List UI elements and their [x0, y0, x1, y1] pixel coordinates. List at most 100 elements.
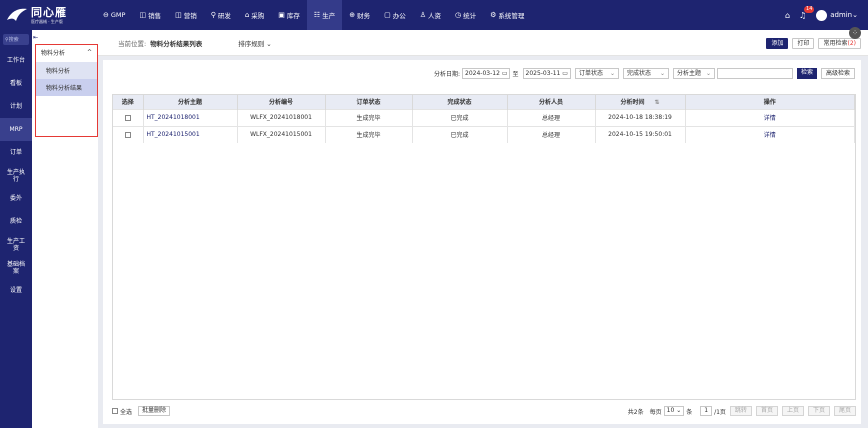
print-button[interactable]: 打印 — [792, 38, 815, 49]
col-subject: 分析主题 — [143, 95, 238, 109]
row-order-status: 生成完毕 — [325, 125, 413, 143]
pagination: 共2条 每页 10 ⌄ 条 1 /1页 跳转 首页 上页 下页 尾页 — [628, 406, 856, 416]
sidebar-item-dashboard[interactable]: 看板 — [0, 72, 32, 95]
add-button[interactable]: 添加 — [766, 38, 789, 49]
complete-status-select[interactable]: 完成状态 ⌄ — [622, 68, 669, 79]
sidebar-item-outsource[interactable]: 委外 — [0, 187, 32, 210]
date-separator: 至 — [512, 71, 519, 78]
chevron-down-icon: ⌄ — [266, 39, 272, 48]
first-page-button[interactable]: 首页 — [755, 406, 778, 416]
sidebar-item-mrp[interactable]: MRP — [0, 118, 32, 141]
nav-production[interactable]: ☷ 生产 — [306, 0, 343, 30]
advanced-search-button[interactable]: 高级检索 — [820, 68, 855, 79]
bell-icon[interactable]: ♫ 14 — [799, 5, 815, 20]
page-size-select[interactable]: 10 ⌄ — [663, 406, 685, 416]
keyword-input[interactable] — [716, 68, 793, 79]
row-person: 总经理 — [507, 108, 596, 126]
nav-system[interactable]: ⚙ 系统管理 — [483, 0, 531, 30]
prev-page-button[interactable]: 上页 — [781, 406, 804, 416]
row-subject[interactable]: HT_20241018001 — [143, 108, 238, 126]
submenu-list: 物料分析 物料分析结果 — [36, 62, 97, 96]
sidebar-item-archive[interactable]: 基础档案 — [0, 256, 32, 279]
per-page-label: 每页 — [649, 408, 662, 416]
sidebar-item-order[interactable]: 订单 — [0, 141, 32, 164]
jump-button[interactable]: 跳转 — [729, 406, 752, 416]
table-row: HT_20241015001 WLFX_20241015001 生成完毕 已完成… — [113, 125, 855, 143]
chevron-down-icon: ⌄ — [676, 407, 682, 414]
col-time[interactable]: 分析时间 ⇅ — [595, 95, 686, 109]
office-icon: ▢ — [384, 11, 391, 19]
last-page-button[interactable]: 尾页 — [833, 406, 856, 416]
production-icon: ☷ — [313, 11, 321, 19]
nav-sales[interactable]: ◫ 销售 — [132, 0, 168, 30]
inventory-icon: ▣ — [278, 11, 285, 19]
date-from-input[interactable]: 2024-03-12 ▭ — [462, 68, 511, 79]
collapse-icon[interactable]: ⇤ — [33, 34, 38, 41]
sidebar-item-workbench[interactable]: 工作台 — [0, 49, 32, 72]
chevron-down-icon: ⌄ — [705, 70, 711, 77]
sales-icon: ◫ — [139, 11, 147, 19]
submenu-item-analysis-result[interactable]: 物料分析结果 — [36, 79, 97, 96]
calendar-icon: ▭ — [562, 70, 568, 77]
submenu-item-analysis[interactable]: 物料分析 — [36, 62, 97, 79]
order-status-select[interactable]: 订单状态 ⌄ — [574, 68, 619, 79]
sort-rule-dropdown[interactable]: 排序规则 ⌄ — [238, 38, 272, 48]
nav-finance[interactable]: ⊕ 财务 — [342, 0, 377, 30]
chevron-down-icon: ⌄ — [659, 70, 665, 77]
logo[interactable]: 同心雁 医疗器械 · 生产版 — [0, 0, 96, 30]
main-panel: 分析日期: 2024-03-12 ▭ 至 2025-03-11 ▭ 订单状态 ⌄ … — [103, 60, 861, 424]
chevron-down-icon: ⌄ — [609, 70, 615, 77]
sort-icon[interactable]: ⇅ — [654, 99, 659, 106]
search-button[interactable]: 检索 — [796, 68, 817, 79]
avatar[interactable] — [816, 9, 828, 21]
gmp-icon: ⊖ — [103, 11, 109, 19]
row-detail-link[interactable]: 详情 — [685, 108, 855, 126]
sidebar-item-settings[interactable]: 设置 — [0, 279, 32, 302]
row-detail-link[interactable]: 详情 — [685, 125, 855, 143]
nav-hr[interactable]: ♙ 人资 — [413, 0, 448, 30]
submenu-header[interactable]: 物料分析 ^ — [36, 45, 97, 60]
nav-inventory[interactable]: ▣ 库存 — [271, 0, 307, 30]
breadcrumb: 当前位置: 物料分析结果列表 — [118, 39, 203, 48]
user-area: ⌂ ♫ 14 admin ⌄ — [785, 0, 858, 30]
subject-select[interactable]: 分析主题 ⌄ — [672, 68, 715, 79]
date-to-input[interactable]: 2025-03-11 ▭ — [522, 68, 571, 79]
page-input[interactable]: 1 — [700, 406, 713, 416]
total-count: 共2条 — [627, 408, 644, 416]
batch-delete-button[interactable]: 批量删除 — [138, 406, 171, 416]
unit-label: 条 — [686, 408, 693, 416]
next-page-button[interactable]: 下页 — [807, 406, 830, 416]
nav-marketing[interactable]: ◫ 营销 — [168, 0, 204, 30]
nav-office[interactable]: ▢ 办公 — [377, 0, 413, 30]
sidebar-item-plan[interactable]: 计划 — [0, 95, 32, 118]
select-all[interactable]: 全选 — [112, 407, 132, 416]
nav-purchase[interactable]: ⌂ 采购 — [238, 0, 271, 30]
sidebar-item-production-exec[interactable]: 生产执行 — [0, 164, 32, 187]
chevron-down-icon[interactable]: ⌄ — [852, 11, 858, 19]
grid-icon[interactable]: ⁘ — [849, 27, 861, 39]
row-code: WLFX_20241018001 — [237, 108, 326, 126]
nav-gmp[interactable]: ⊖ GMP — [96, 0, 132, 30]
sidebar-item-wages[interactable]: 生产工资 — [0, 233, 32, 256]
row-complete-status: 已完成 — [412, 108, 508, 126]
submenu-group: 物料分析 ^ 物料分析 物料分析结果 — [35, 44, 98, 137]
sidebar-item-qc[interactable]: 质检 — [0, 210, 32, 233]
sidebar-search-input[interactable]: ⚲ 搜索 — [3, 34, 29, 45]
nav-rd[interactable]: ⚲ 研发 — [204, 0, 238, 30]
calendar-icon: ▭ — [501, 70, 508, 77]
row-complete-status: 已完成 — [412, 125, 508, 143]
notification-badge: 14 — [804, 5, 815, 13]
nav-stats[interactable]: ◷ 统计 — [448, 0, 483, 30]
row-checkbox[interactable] — [124, 114, 131, 121]
filter-bar: 分析日期: 2024-03-12 ▭ 至 2025-03-11 ▭ 订单状态 ⌄ … — [434, 68, 855, 79]
page-total: /1页 — [714, 408, 726, 416]
table-row: HT_20241018001 WLFX_20241018001 生成完毕 已完成… — [113, 108, 855, 126]
select-all-checkbox[interactable] — [112, 408, 118, 414]
common-search-button[interactable]: 常用检索(2) — [818, 38, 861, 49]
home-icon[interactable]: ⌂ — [785, 11, 790, 20]
page-title: 物料分析结果列表 — [150, 39, 203, 48]
page-header: 当前位置: 物料分析结果列表 排序规则 ⌄ 添加 打印 常用检索(2) ⁘ — [98, 27, 868, 56]
row-subject[interactable]: HT_20241015001 — [143, 125, 238, 143]
row-checkbox[interactable] — [124, 131, 131, 138]
user-name[interactable]: admin — [830, 11, 852, 19]
